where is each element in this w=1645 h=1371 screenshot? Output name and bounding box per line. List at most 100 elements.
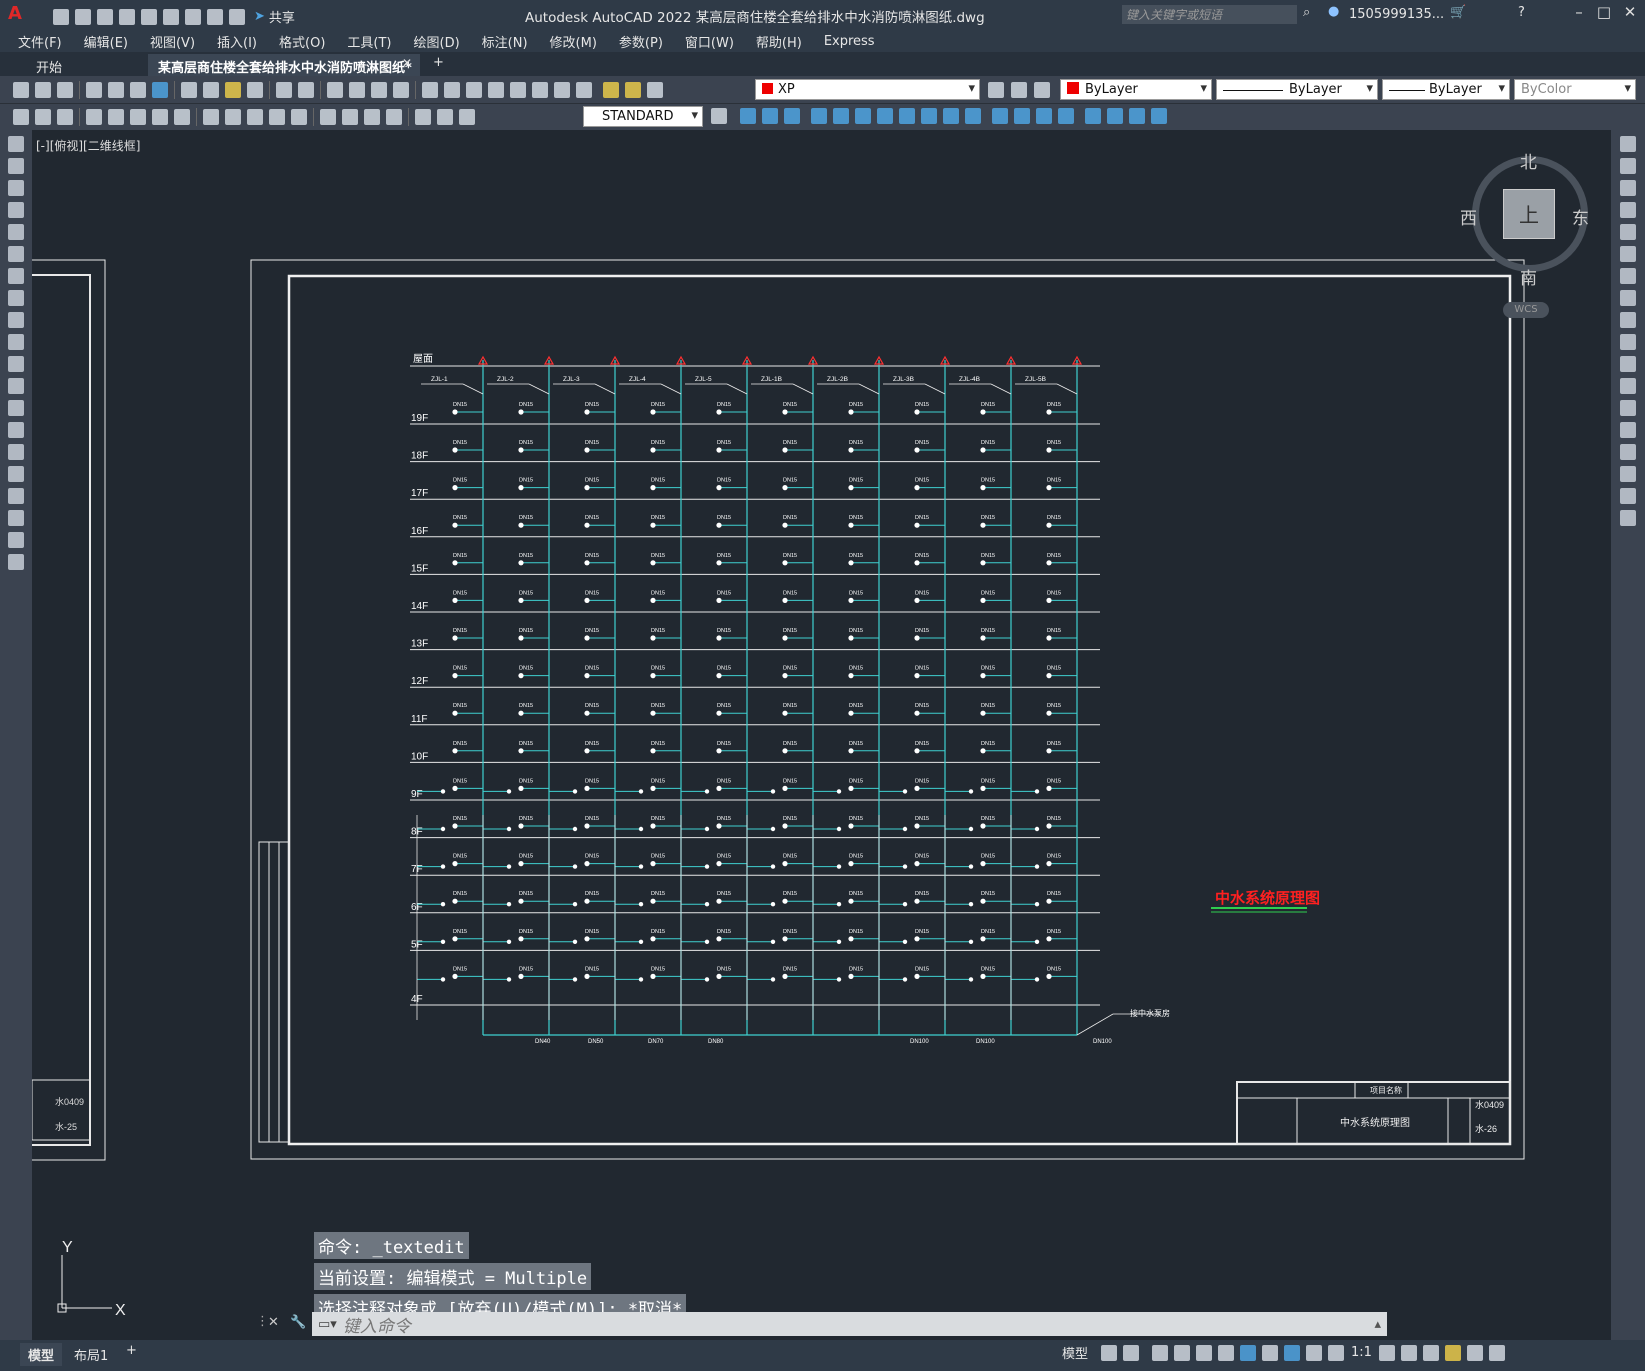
dim-update-icon[interactable]	[459, 109, 475, 125]
scale-value[interactable]: 1:1	[1351, 1345, 1372, 1360]
dim-break-icon[interactable]	[291, 109, 307, 125]
point-icon[interactable]	[8, 422, 24, 438]
menu-insert[interactable]: 插入(I)	[206, 32, 268, 51]
array-icon[interactable]	[1620, 224, 1636, 240]
markup-icon[interactable]	[510, 81, 526, 98]
color-faces-icon[interactable]	[965, 108, 981, 124]
section-icon[interactable]	[1129, 108, 1145, 124]
dimstyle-dropdown[interactable]: STANDARD	[583, 106, 703, 127]
revision-cloud-icon[interactable]	[8, 290, 24, 306]
tab-document[interactable]: 某高层商住楼全套给排水中水消防喷淋图纸*	[148, 54, 420, 76]
cart-icon[interactable]: 🛒	[1450, 5, 1466, 20]
zoom-realtime-icon[interactable]	[349, 81, 365, 98]
viewport-controls[interactable]: [-][俯视][二维线框]	[36, 137, 140, 154]
print-icon[interactable]	[86, 81, 102, 98]
redo-icon[interactable]	[229, 8, 245, 25]
plotstyle-dropdown[interactable]: ByColor	[1514, 79, 1636, 100]
open-icon[interactable]	[75, 8, 91, 25]
line-icon[interactable]	[8, 136, 24, 152]
tolerance-icon[interactable]	[320, 109, 336, 125]
tab-layout1[interactable]: 布局1	[66, 1343, 116, 1366]
add-selected-icon[interactable]	[8, 554, 24, 570]
menu-view[interactable]: 视图(V)	[139, 32, 206, 51]
layer-lock-icon[interactable]	[647, 81, 663, 98]
check-icon[interactable]	[1085, 108, 1101, 124]
sheet-set-icon[interactable]	[488, 81, 504, 98]
open-icon[interactable]	[35, 81, 51, 98]
trim-icon[interactable]	[1620, 334, 1636, 350]
match-icon[interactable]	[247, 81, 263, 98]
object-track-icon[interactable]	[1218, 1344, 1235, 1361]
tab-close-icon[interactable]: ✕	[402, 56, 412, 70]
undo-icon[interactable]	[276, 81, 292, 98]
copy-icon[interactable]	[203, 81, 219, 98]
command-close-icon[interactable]: ✕	[268, 1315, 279, 1330]
circle-icon[interactable]	[8, 268, 24, 284]
customization-icon[interactable]	[1488, 1344, 1505, 1361]
gradient-icon[interactable]	[8, 466, 24, 482]
help-icon[interactable]: ?	[1518, 5, 1525, 20]
osnap-icon[interactable]	[1240, 1344, 1257, 1361]
save-icon[interactable]	[57, 81, 73, 98]
extrude-faces-icon[interactable]	[811, 108, 827, 124]
slice-icon[interactable]	[1107, 108, 1123, 124]
polyline-icon[interactable]	[8, 180, 24, 196]
dim-linear-icon[interactable]	[13, 109, 29, 125]
viewcube-top-face[interactable]: 上	[1503, 189, 1555, 239]
tab-start[interactable]: 开始	[26, 54, 72, 76]
interfere-icon[interactable]	[1151, 108, 1167, 124]
dim-style-icon[interactable]	[711, 108, 727, 124]
move-faces-icon[interactable]	[833, 108, 849, 124]
app-logo[interactable]: A	[8, 3, 22, 24]
command-input[interactable]: ▭▾ 键入命令 ▴	[312, 1312, 1387, 1337]
plus-icon[interactable]	[1400, 1344, 1417, 1361]
taper-faces-icon[interactable]	[921, 108, 937, 124]
subtract-icon[interactable]	[762, 108, 778, 124]
lineweight-icon[interactable]	[1262, 1344, 1279, 1361]
inspect-icon[interactable]	[364, 109, 380, 125]
tool-palettes-icon[interactable]	[466, 81, 482, 98]
calculator-icon[interactable]	[532, 81, 548, 98]
insert-block-icon[interactable]	[8, 378, 24, 394]
mirror-icon[interactable]	[1620, 180, 1636, 196]
ellipse-icon[interactable]	[8, 334, 24, 350]
copy-faces-icon[interactable]	[943, 108, 959, 124]
layer-previous-icon[interactable]	[988, 82, 1004, 98]
union-icon[interactable]	[740, 108, 756, 124]
share-icon[interactable]: ➤	[254, 9, 265, 24]
menu-dimension[interactable]: 标注(N)	[471, 32, 539, 51]
plot-icon[interactable]	[185, 8, 201, 25]
redo-icon[interactable]	[298, 81, 314, 98]
tab-model[interactable]: 模型	[20, 1343, 63, 1366]
erase-icon[interactable]	[1620, 136, 1636, 152]
break-at-point-icon[interactable]	[1620, 378, 1636, 394]
new-tab-icon[interactable]: +	[433, 55, 444, 70]
arc-icon[interactable]	[8, 246, 24, 262]
pan-icon[interactable]	[327, 81, 343, 98]
command-recent-icon[interactable]: ▭▾	[318, 1317, 337, 1332]
preview-icon[interactable]	[108, 81, 124, 98]
copy-object-icon[interactable]	[1620, 158, 1636, 174]
layer-on-icon[interactable]	[603, 81, 619, 98]
dim-space-icon[interactable]	[269, 109, 285, 125]
dim-text-edit-icon[interactable]	[437, 109, 453, 125]
dim-continue-icon[interactable]	[247, 109, 263, 125]
snap-icon[interactable]	[1123, 1344, 1140, 1361]
drawing-canvas[interactable]: 水0409 水-25 项目名称 中水系统原理图 水0409 水-26 19F 18…	[32, 130, 1611, 1340]
linetype-dropdown[interactable]: ByLayer	[1216, 79, 1378, 100]
table-icon[interactable]	[8, 510, 24, 526]
construction-line-icon[interactable]	[8, 158, 24, 174]
rectangle-icon[interactable]	[8, 224, 24, 240]
polygon-icon[interactable]	[8, 202, 24, 218]
menu-parametric[interactable]: 参数(P)	[608, 32, 674, 51]
open-web-icon[interactable]	[141, 8, 157, 25]
viewcube[interactable]: 上 北 南 西 东	[1460, 152, 1590, 289]
user-name[interactable]: 1505999135...	[1349, 7, 1444, 22]
delete-faces-icon[interactable]	[877, 108, 893, 124]
menu-draw[interactable]: 绘图(D)	[403, 32, 471, 51]
join-icon[interactable]	[1620, 422, 1636, 438]
menu-edit[interactable]: 编辑(E)	[73, 32, 139, 51]
dim-radius-icon[interactable]	[108, 109, 124, 125]
center-mark-icon[interactable]	[342, 109, 358, 125]
dim-baseline-icon[interactable]	[225, 109, 241, 125]
